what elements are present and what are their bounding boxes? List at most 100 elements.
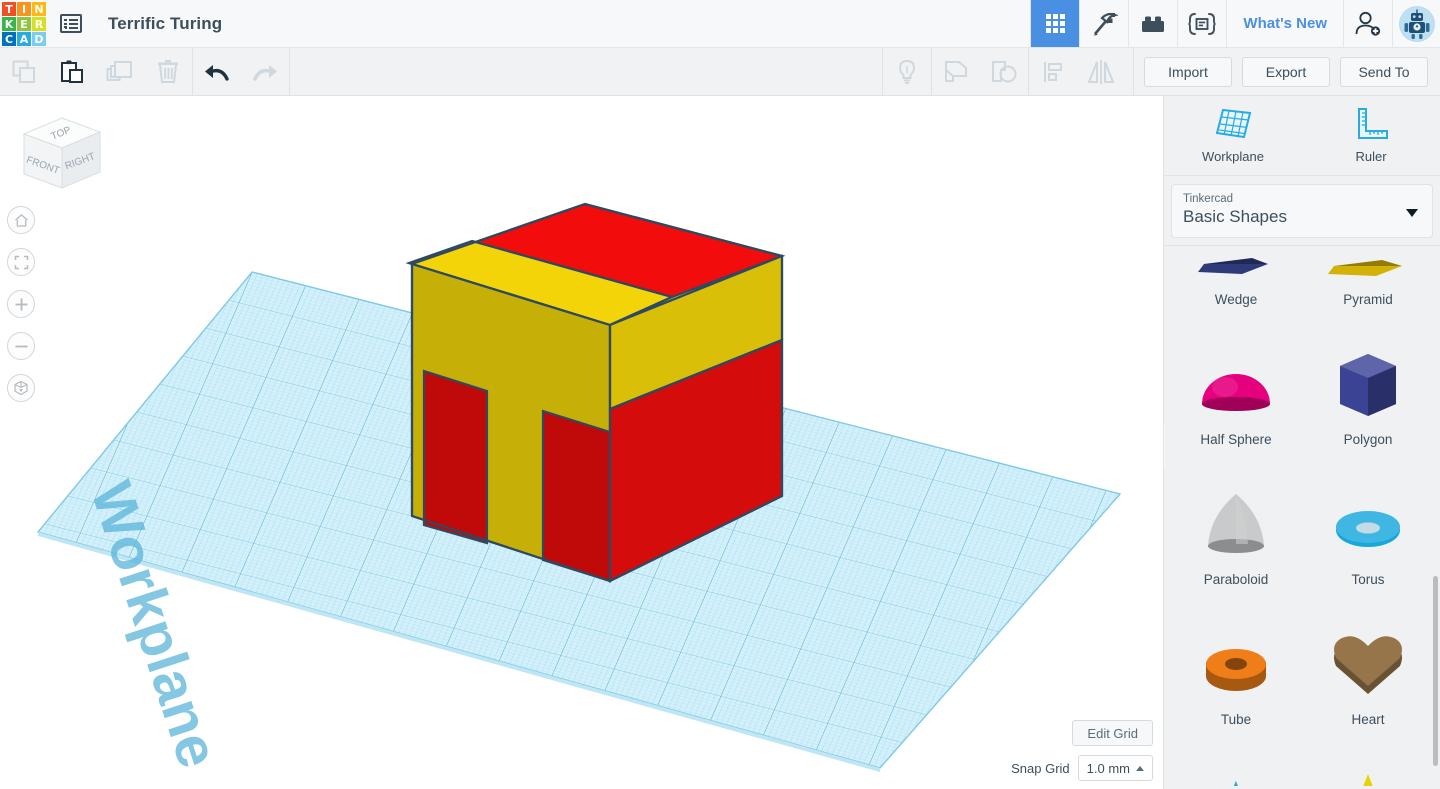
undo-arrow-icon <box>205 64 229 81</box>
snap-grid-value: 1.0 mm <box>1086 760 1130 776</box>
mirror-button[interactable] <box>1077 48 1125 95</box>
projection-toggle-button[interactable] <box>7 374 35 402</box>
zoom-out-button[interactable] <box>7 332 35 360</box>
undo-button[interactable] <box>193 48 241 95</box>
shape-label: Paraboloid <box>1203 572 1269 587</box>
shape-thumbnail <box>1324 340 1412 432</box>
zoom-in-button[interactable] <box>7 290 35 318</box>
header-tool-tinker[interactable] <box>1079 0 1128 47</box>
group-shapes-icon <box>945 60 967 82</box>
view-nav-buttons <box>7 206 35 416</box>
shape-list-scrollbar[interactable] <box>1433 576 1438 766</box>
avatar <box>1398 5 1435 42</box>
star-cyan-shape <box>1233 780 1238 786</box>
main-menu-button[interactable] <box>48 0 94 47</box>
shape-item-star-cyan-shape[interactable] <box>1170 748 1302 786</box>
import-button[interactable]: Import <box>1144 56 1232 87</box>
delete-button[interactable] <box>144 48 192 95</box>
workplane-grid-icon <box>1215 108 1252 139</box>
plus-icon <box>15 298 27 310</box>
tinker-pickaxe-icon <box>1093 12 1119 35</box>
invite-people-button[interactable] <box>1343 0 1392 47</box>
shape-item-star-yellow-shape[interactable] <box>1302 748 1434 786</box>
paste-button[interactable] <box>48 48 96 95</box>
fit-view-button[interactable] <box>7 248 35 276</box>
polygon-prism-shape <box>1340 354 1396 416</box>
duplicate-button[interactable] <box>96 48 144 95</box>
group-button[interactable] <box>932 48 980 95</box>
library-owner: Tinkercad <box>1183 193 1234 205</box>
collapse-panel-button[interactable]: ❯ <box>1164 421 1165 469</box>
logo-tile-n: N <box>32 2 46 16</box>
shape-item-polygon[interactable]: Polygon <box>1302 328 1434 468</box>
header-tool-designs[interactable] <box>1030 0 1080 47</box>
shape-thumbnail <box>1324 760 1412 786</box>
logo-tile-r: R <box>32 17 46 31</box>
trash-icon <box>158 59 178 83</box>
shape-item-pyramid[interactable]: Pyramid <box>1302 246 1434 328</box>
list-menu-icon <box>60 14 82 33</box>
redo-button[interactable] <box>241 48 289 95</box>
shape-item-torus[interactable]: Torus <box>1302 468 1434 608</box>
home-view-button[interactable] <box>7 206 35 234</box>
shape-label: Half Sphere <box>1200 432 1272 447</box>
shape-item-half-sphere[interactable]: Half Sphere <box>1170 328 1302 468</box>
add-person-icon <box>1355 11 1381 36</box>
heart-shape <box>1334 636 1402 694</box>
send-to-button[interactable]: Send To <box>1340 56 1428 87</box>
left-face-red-notch-inner <box>541 409 612 583</box>
header-tool-codeblocks[interactable] <box>1177 0 1226 47</box>
caret-up-icon <box>1136 765 1144 771</box>
pyramid-shape <box>1328 260 1402 276</box>
minus-icon <box>15 345 27 347</box>
paraboloid-shape <box>1208 494 1264 553</box>
library-selector-wrap: Tinkercad Basic Shapes <box>1164 176 1440 245</box>
design-canvas[interactable]: Workplane TOP FRONT RIGHT Edit Grid Snap… <box>0 96 1163 789</box>
ungroup-button[interactable] <box>980 48 1028 95</box>
paste-clipboard-icon <box>61 60 83 83</box>
codeblocks-icon <box>1188 12 1217 35</box>
header-tool-blocks[interactable] <box>1128 0 1177 47</box>
shape-item-tube[interactable]: Tube <box>1170 608 1302 748</box>
shape-label: Tube <box>1220 712 1252 727</box>
shape-list[interactable]: Wedge Pyramid Half Sphere Polygon Paraboloid… <box>1164 246 1440 786</box>
user-avatar-button[interactable] <box>1392 0 1440 47</box>
chevron-right-icon: ❯ <box>1164 435 1165 455</box>
toolbar-divider-2 <box>289 48 290 95</box>
export-button[interactable]: Export <box>1242 56 1330 87</box>
mirror-flip-icon <box>1087 59 1115 84</box>
align-button[interactable] <box>1029 48 1077 95</box>
workplane-3d-scene[interactable]: Workplane <box>0 96 1163 789</box>
shape-label: Heart <box>1351 712 1385 727</box>
copy-button[interactable] <box>0 48 48 95</box>
workplane-tool-label: Workplane <box>1202 149 1264 164</box>
model-t-shape-cube[interactable] <box>405 202 786 583</box>
shape-label: Torus <box>1351 572 1385 587</box>
workplane-tool-button[interactable]: Workplane <box>1164 96 1302 164</box>
whats-new-link[interactable]: What's New <box>1226 0 1343 47</box>
torus-shape <box>1336 511 1400 547</box>
library-selector[interactable]: Tinkercad Basic Shapes <box>1171 184 1433 238</box>
shape-item-paraboloid[interactable]: Paraboloid <box>1170 468 1302 608</box>
shape-thumbnail <box>1192 340 1280 432</box>
logo-tile-a: A <box>17 32 31 46</box>
panel-tools-row: Workplane Ruler <box>1164 96 1440 176</box>
shape-thumbnail <box>1192 620 1280 712</box>
shape-label: Wedge <box>1214 292 1258 307</box>
edit-toolbar: Import Export Send To <box>0 48 1440 96</box>
notes-button[interactable] <box>883 48 931 95</box>
tinkercad-logo[interactable]: TIN KER CAD <box>0 0 48 48</box>
snap-grid-select[interactable]: 1.0 mm <box>1077 755 1153 781</box>
logo-tile-i: I <box>17 2 31 16</box>
ruler-icon <box>1358 108 1388 139</box>
snap-grid-row: Snap Grid 1.0 mm <box>1011 755 1153 781</box>
logo-tile-e: E <box>17 17 31 31</box>
lego-brick-icon <box>1142 16 1165 32</box>
shape-label: Pyramid <box>1343 292 1393 307</box>
view-cube[interactable]: TOP FRONT RIGHT <box>18 114 106 206</box>
shape-item-heart[interactable]: Heart <box>1302 608 1434 748</box>
edit-grid-button[interactable]: Edit Grid <box>1072 720 1153 746</box>
shape-thumbnail <box>1192 246 1280 292</box>
shape-item-wedge[interactable]: Wedge <box>1170 246 1302 328</box>
ruler-tool-button[interactable]: Ruler <box>1302 96 1440 164</box>
